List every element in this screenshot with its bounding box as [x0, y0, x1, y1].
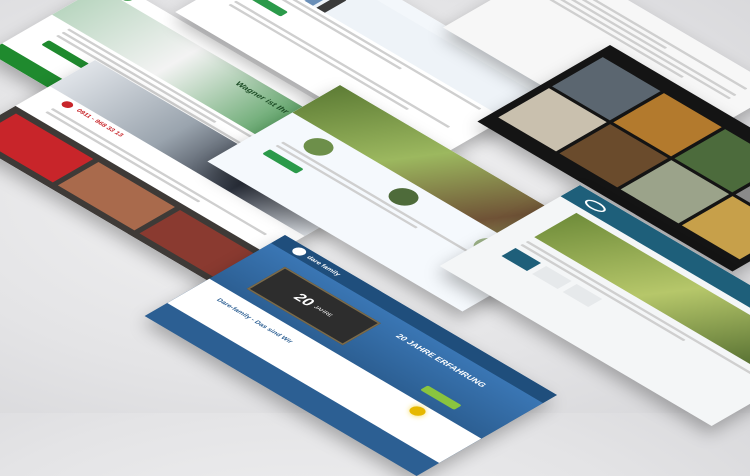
lightbulb-icon [406, 404, 430, 419]
counter-label: JAHRE [312, 305, 334, 318]
cta-button[interactable] [244, 0, 289, 17]
phone-icon [59, 99, 76, 110]
winged-logo-icon [581, 197, 610, 214]
